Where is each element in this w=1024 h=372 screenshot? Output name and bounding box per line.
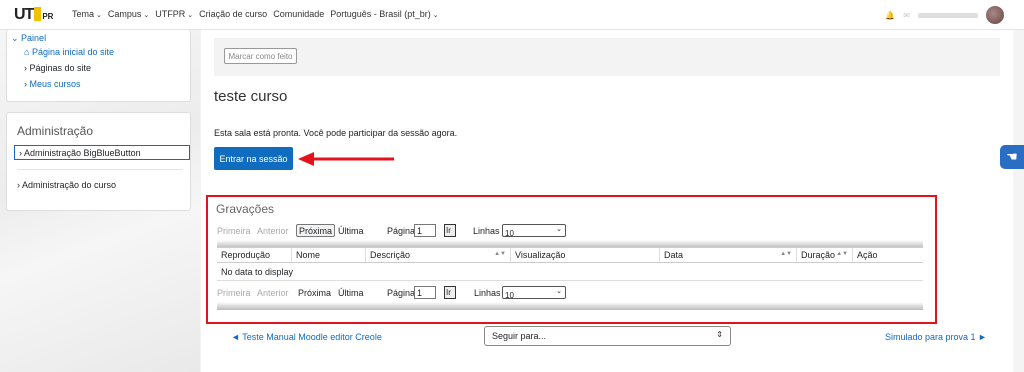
prev-activity-link[interactable]: ◄ Teste Manual Moodle editor Creole bbox=[231, 332, 382, 342]
page-label: Página bbox=[387, 288, 416, 298]
sort-icon: ▲▼ bbox=[494, 251, 506, 257]
rows-select[interactable]: 10 ⌄ bbox=[502, 224, 566, 238]
col-visualizacao[interactable]: Visualização bbox=[511, 248, 660, 263]
chevron-down-icon: ⌄ bbox=[556, 226, 562, 233]
pager-last[interactable]: Última bbox=[338, 288, 364, 298]
navigation-block: ⌄ Painel ⌂ Página inicial do site › Pági… bbox=[6, 30, 191, 102]
pager-next[interactable]: Próxima bbox=[296, 224, 336, 237]
user-name-blurred[interactable] bbox=[918, 12, 978, 18]
red-arrow-annotation bbox=[298, 152, 394, 166]
page-title: teste curso bbox=[214, 88, 288, 105]
pager-last[interactable]: Última bbox=[338, 226, 364, 236]
logo-stripe bbox=[34, 7, 42, 21]
table-header: Reprodução Nome Descrição ▲▼ Visualização… bbox=[217, 247, 923, 263]
col-nome[interactable]: Nome bbox=[292, 248, 366, 263]
page-input[interactable]: 1 bbox=[414, 286, 436, 299]
recordings-title: Gravações bbox=[216, 202, 275, 216]
col-duracao[interactable]: Duração ▲▼ bbox=[797, 248, 853, 263]
home-icon: ⌂ bbox=[24, 47, 32, 57]
page-label: Página bbox=[387, 226, 416, 236]
chevron-down-icon: ⌄ bbox=[143, 12, 150, 19]
recordings-highlight: Gravações Primeira Anterior Próxima Últi… bbox=[206, 195, 937, 324]
admin-title: Administração bbox=[17, 124, 94, 138]
chevron-down-icon: ⌄ bbox=[187, 12, 194, 19]
go-button[interactable]: Ir bbox=[444, 224, 456, 237]
menu-comunidade[interactable]: Comunidade bbox=[273, 9, 324, 19]
right-edge bbox=[1013, 30, 1024, 372]
menu-campus[interactable]: Campus ⌄ bbox=[108, 9, 149, 19]
utfpr-logo[interactable]: UT PR bbox=[14, 6, 53, 24]
activity-header: Marcar como feito bbox=[214, 38, 1000, 76]
admin-course[interactable]: › Administração do curso bbox=[17, 180, 116, 190]
session-status: Esta sala está pronta. Você pode partici… bbox=[214, 128, 458, 138]
menu-language[interactable]: Português - Brasil (pt_br) ⌄ bbox=[330, 9, 438, 19]
pager-top: Primeira Anterior Próxima Última Página … bbox=[217, 222, 923, 240]
accessibility-hand-icon[interactable]: ☚ bbox=[1000, 145, 1024, 169]
table-shade bbox=[217, 302, 923, 310]
sort-icon: ▲▼ bbox=[836, 251, 848, 257]
avatar[interactable] bbox=[986, 6, 1004, 24]
sort-icon: ▲▼ bbox=[780, 251, 792, 257]
chevron-down-icon: ⌄ bbox=[432, 12, 439, 19]
pager-next[interactable]: Próxima bbox=[298, 288, 331, 298]
top-navbar: UT PR Tema ⌄ Campus ⌄ UTFPR ⌄ Criação de cur… bbox=[0, 0, 1024, 30]
notification-bell-icon[interactable]: 🔔 bbox=[885, 11, 895, 20]
pager-prev[interactable]: Anterior bbox=[257, 288, 289, 298]
col-acao[interactable]: Ação bbox=[853, 248, 923, 263]
nav-home[interactable]: ⌂ Página inicial do site bbox=[24, 47, 114, 57]
menu-tema[interactable]: Tema ⌄ bbox=[72, 9, 102, 19]
nav-painel[interactable]: ⌄ Painel bbox=[11, 33, 46, 44]
chevron-down-icon: ⌄ bbox=[11, 33, 22, 43]
messages-icon[interactable]: ✉ bbox=[903, 11, 910, 20]
pager-first[interactable]: Primeira bbox=[217, 288, 251, 298]
main-content: Marcar como feito teste curso Esta sala … bbox=[201, 30, 1013, 372]
rows-label: Linhas bbox=[474, 288, 501, 298]
col-reproducao[interactable]: Reprodução bbox=[217, 248, 292, 263]
rows-label: Linhas bbox=[473, 226, 500, 236]
pager-bottom: Primeira Anterior Próxima Última Página … bbox=[217, 284, 923, 302]
chevron-updown-icon: ⇕ bbox=[716, 330, 723, 339]
pager-first[interactable]: Primeira bbox=[217, 226, 251, 236]
recordings-table: Reprodução Nome Descrição ▲▼ Visualização… bbox=[217, 247, 923, 284]
jump-to-select[interactable]: Seguir para... ⇕ bbox=[484, 326, 731, 346]
menu-criacao-de-curso[interactable]: Criação de curso bbox=[199, 9, 267, 19]
administration-block: Administração › Administração BigBlueBut… bbox=[6, 112, 191, 211]
col-data[interactable]: Data ▲▼ bbox=[660, 248, 797, 263]
chevron-down-icon: ⌄ bbox=[96, 12, 102, 19]
admin-bigbluebutton[interactable]: › Administração BigBlueButton bbox=[14, 145, 190, 160]
nav-my-courses[interactable]: › Meus cursos bbox=[24, 79, 81, 89]
nav-site-pages[interactable]: › Páginas do site bbox=[24, 63, 91, 73]
rows-select[interactable]: 10 ⌄ bbox=[502, 286, 566, 300]
divider bbox=[17, 169, 183, 170]
col-descricao[interactable]: Descrição ▲▼ bbox=[366, 248, 511, 263]
table-empty-row: No data to display bbox=[217, 263, 923, 281]
primary-menu: Tema ⌄ Campus ⌄ UTFPR ⌄ Criação de curso Co… bbox=[72, 9, 439, 19]
page-input[interactable]: 1 bbox=[414, 224, 436, 237]
next-activity-link[interactable]: Simulado para prova 1 ► bbox=[885, 332, 987, 342]
chevron-down-icon: ⌄ bbox=[556, 288, 562, 295]
menu-utfpr[interactable]: UTFPR ⌄ bbox=[155, 9, 193, 19]
pager-prev[interactable]: Anterior bbox=[257, 226, 289, 236]
user-area: 🔔 ✉ bbox=[885, 6, 1004, 24]
go-button[interactable]: Ir bbox=[444, 286, 456, 299]
join-session-button[interactable]: Entrar na sessão bbox=[214, 147, 293, 170]
mark-done-button[interactable]: Marcar como feito bbox=[224, 48, 297, 64]
